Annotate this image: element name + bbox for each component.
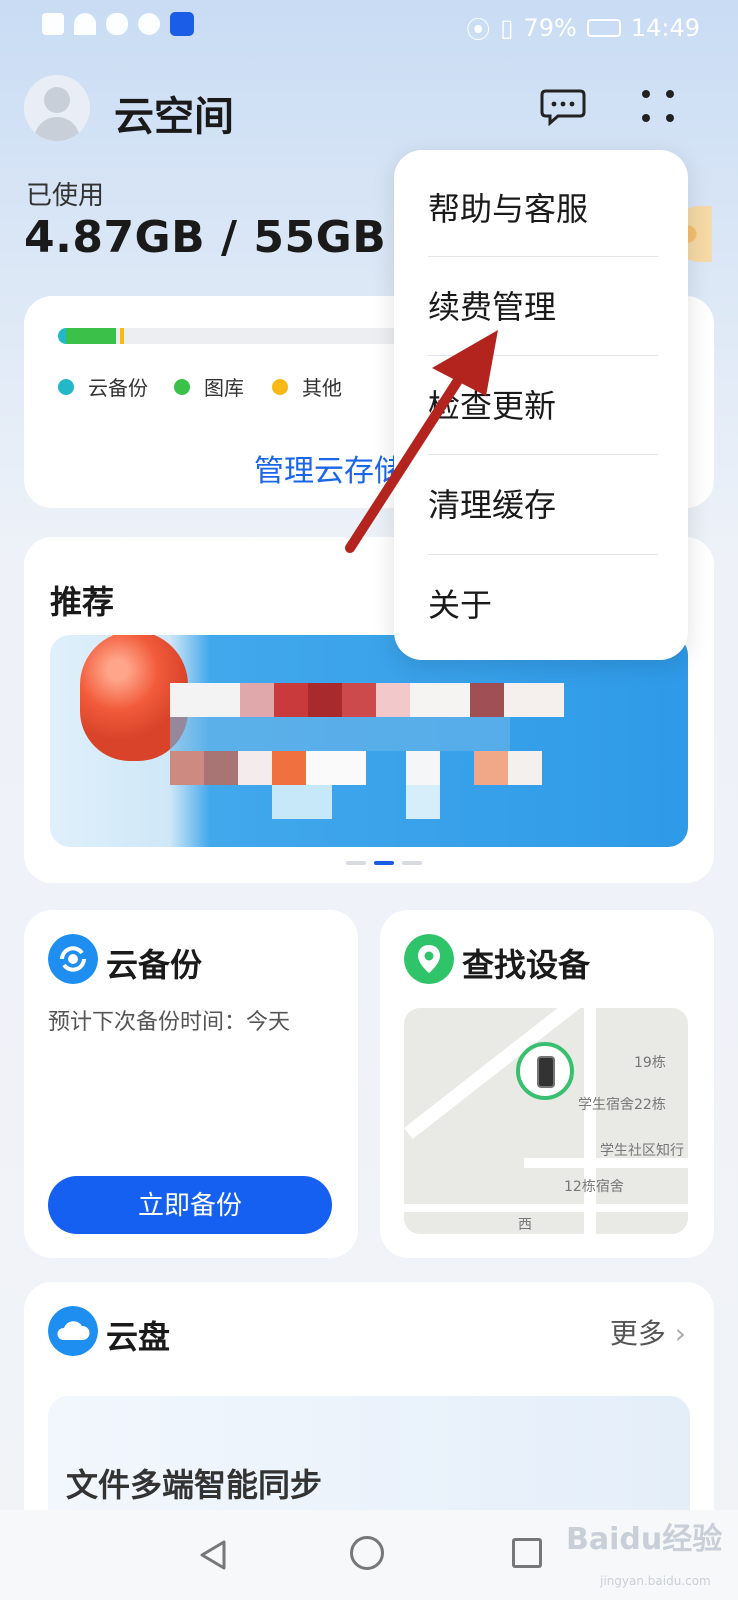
- bulb-icon: [170, 12, 194, 36]
- menu-item-about[interactable]: 关于: [428, 556, 658, 654]
- page-title: 云空间: [114, 94, 234, 140]
- map-label: 12栋宿舍: [564, 1179, 624, 1195]
- used-label: 已使用: [26, 181, 105, 211]
- menu-item-clear-cache[interactable]: 清理缓存: [428, 456, 658, 554]
- menu-divider: [428, 454, 658, 455]
- message-icon[interactable]: [540, 88, 586, 126]
- cloud-backup-icon: [48, 934, 98, 984]
- menu-divider: [428, 355, 658, 356]
- home-icon[interactable]: [350, 1536, 384, 1570]
- manage-storage-link[interactable]: 管理云存储: [254, 446, 404, 490]
- promo-banner[interactable]: [50, 635, 688, 847]
- map-label: 学生社区知行: [600, 1143, 684, 1159]
- legend-gallery: 图库: [174, 372, 244, 401]
- backup-card[interactable]: 云备份 预计下次备份时间：今天 立即备份: [24, 910, 358, 1258]
- status-bar: ⦿ ▯ 79% 14:49: [0, 0, 738, 52]
- battery-icon: [586, 18, 621, 37]
- find-device-title: 查找设备: [462, 946, 591, 984]
- map-label: 学生宿舍22栋: [578, 1097, 666, 1113]
- cloud-disk-title: 云盘: [106, 1318, 171, 1356]
- used-value: 4.87GB / 55GB: [24, 212, 387, 263]
- legend-backup: 云备份: [58, 372, 148, 401]
- notification-icon: [42, 13, 64, 35]
- legend-other: 其他: [272, 372, 342, 401]
- cloud-disk-icon: [48, 1306, 98, 1356]
- menu-item-help[interactable]: 帮助与客服: [428, 160, 658, 258]
- more-link[interactable]: 更多 ›: [610, 1312, 686, 1352]
- backup-title: 云备份: [106, 946, 203, 984]
- menu-item-renewal[interactable]: 续费管理: [428, 258, 658, 356]
- chevron-right-icon: ›: [674, 1317, 686, 1350]
- recents-icon[interactable]: [512, 1538, 542, 1568]
- recommend-title: 推荐: [50, 583, 115, 621]
- menu-divider: [428, 554, 658, 555]
- wifi-icon: [74, 13, 96, 35]
- more-dots-icon[interactable]: [640, 86, 680, 126]
- find-device-card[interactable]: 查找设备 19栋 学生宿舍22栋 学生社区知行 12栋宿舍 西: [380, 910, 714, 1258]
- watermark-url: jingyan.baidu.com: [600, 1574, 711, 1588]
- map-label: 西: [518, 1217, 532, 1233]
- app-status-icon: [138, 13, 160, 35]
- carousel-indicator: [346, 861, 422, 865]
- backup-now-button[interactable]: 立即备份: [48, 1176, 332, 1234]
- menu-divider: [428, 256, 658, 257]
- promo-text: 文件多端智能同步: [66, 1466, 323, 1504]
- device-map[interactable]: 19栋 学生宿舍22栋 学生社区知行 12栋宿舍 西: [404, 1008, 688, 1234]
- avatar[interactable]: [24, 75, 90, 141]
- menu-item-check-update[interactable]: 检查更新: [428, 357, 658, 455]
- location-pin-icon: [404, 934, 454, 984]
- backup-schedule: 预计下次备份时间：今天: [48, 1010, 291, 1035]
- battery-percent: 79%: [523, 13, 577, 42]
- watermark-logo: Baidu经验: [566, 1522, 723, 1557]
- back-icon[interactable]: [196, 1538, 230, 1572]
- map-label: 19栋: [634, 1055, 666, 1071]
- clock: 14:49: [630, 13, 700, 42]
- overflow-menu: 帮助与客服 续费管理 检查更新 清理缓存 关于: [394, 150, 688, 660]
- location-icon: ⦿: [466, 16, 491, 44]
- device-location-marker[interactable]: [516, 1042, 574, 1100]
- cloud-icon: [106, 13, 128, 35]
- vibrate-icon: ▯: [500, 13, 514, 42]
